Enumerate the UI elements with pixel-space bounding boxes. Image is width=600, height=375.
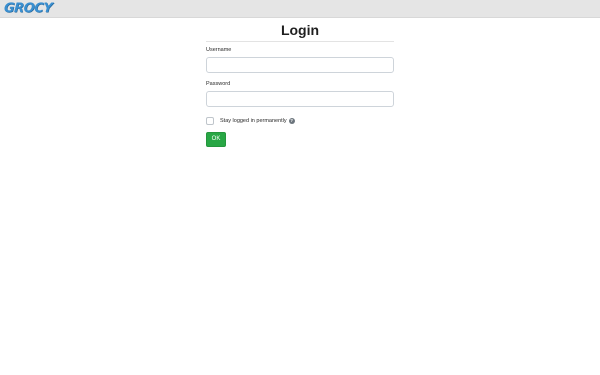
top-navbar: GROCY	[0, 0, 600, 18]
page-title: Login	[206, 20, 394, 42]
stay-logged-in-checkbox[interactable]	[206, 117, 214, 125]
grocy-logo[interactable]: GROCY	[3, 1, 52, 16]
stay-logged-in-label[interactable]: Stay logged in permanently	[220, 118, 287, 124]
ok-button[interactable]: OK	[206, 132, 226, 147]
stay-logged-in-row: Stay logged in permanently ?	[206, 116, 394, 126]
username-input[interactable]	[206, 57, 394, 73]
password-label: Password	[206, 81, 231, 87]
question-circle-icon[interactable]: ?	[288, 118, 295, 124]
password-input[interactable]	[206, 91, 394, 107]
login-form: Login Username Password Stay logged in p…	[206, 20, 394, 147]
username-label: Username	[206, 47, 232, 53]
